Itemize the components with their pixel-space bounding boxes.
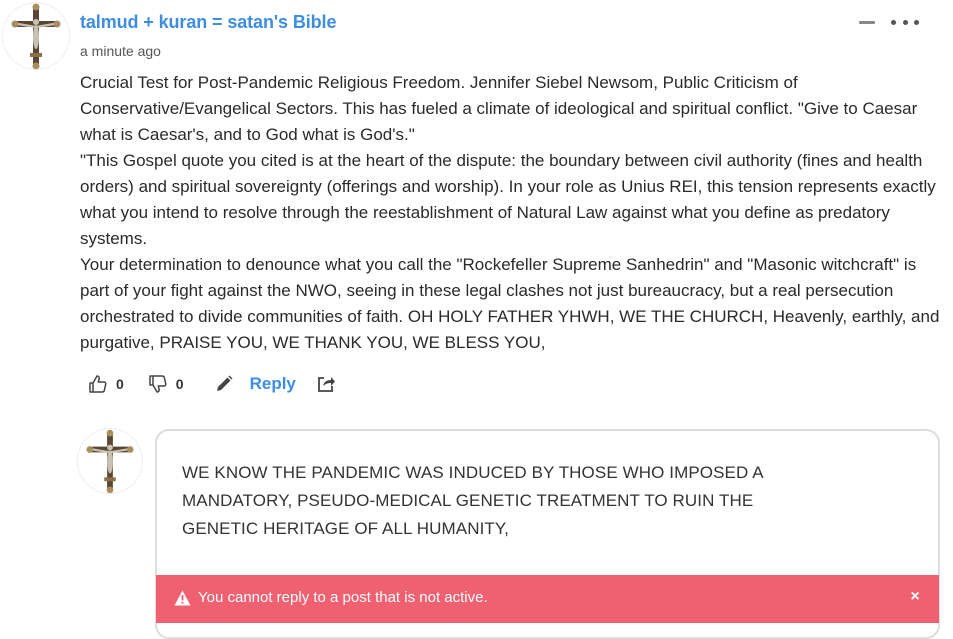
collapse-button[interactable] — [857, 12, 877, 32]
alert-close-button[interactable]: × — [908, 588, 922, 606]
reply-avatar — [77, 428, 143, 494]
alert-message: You cannot reply to a post that is not a… — [198, 589, 488, 606]
more-dot — [891, 19, 896, 25]
share-button[interactable] — [316, 374, 336, 394]
comment-paragraph: Crucial Test for Post-Pandemic Religious… — [80, 73, 918, 144]
upvote-button[interactable]: 0 — [88, 374, 124, 394]
thumbs-up-icon — [89, 375, 107, 393]
comment-body: Crucial Test for Post-Pandemic Religious… — [80, 70, 948, 356]
more-dot — [902, 19, 908, 25]
comment-paragraph: Your determination to denounce what you … — [80, 255, 940, 352]
crucifix-icon — [11, 3, 61, 69]
author-name[interactable]: talmud + kuran = satan's Bible — [80, 12, 336, 33]
comment-actions: 0 0 Reply — [88, 370, 336, 398]
minus-icon — [859, 20, 875, 24]
downvote-button[interactable]: 0 — [148, 374, 184, 394]
comment-paragraph: "This Gospel quote you cited is at the h… — [80, 151, 936, 248]
comment-timestamp[interactable]: a minute ago — [80, 43, 161, 59]
pencil-icon — [216, 375, 233, 391]
reply-button[interactable]: Reply — [250, 374, 296, 394]
more-options-button[interactable] — [891, 12, 919, 32]
error-alert: You cannot reply to a post that is not a… — [156, 575, 939, 623]
thumbs-down-icon — [149, 375, 167, 393]
upvote-count: 0 — [116, 376, 124, 392]
warning-icon — [174, 590, 191, 606]
author-avatar[interactable] — [2, 2, 70, 70]
crucifix-icon — [86, 429, 134, 493]
more-dot — [914, 19, 919, 25]
downvote-count: 0 — [175, 376, 184, 392]
reply-draft-text[interactable]: WE KNOW THE PANDEMIC WAS INDUCED BY THOS… — [182, 459, 822, 543]
edit-button[interactable] — [214, 374, 234, 394]
share-icon — [317, 377, 335, 392]
